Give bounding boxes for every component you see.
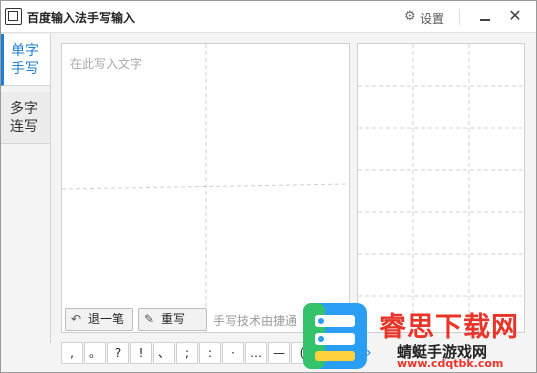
handwriting-window: 百度输入法手写输入 ⚙ 设置 ✕ 单字 手写 多字 连写 在此写入文字 ↶ 退一… <box>0 0 537 373</box>
tech-provider-note: 手写技术由捷通 <box>213 314 298 328</box>
punct-key[interactable]: ; <box>176 342 198 364</box>
minimize-icon <box>480 19 490 21</box>
pad-guide-lines <box>62 44 349 332</box>
title-bar[interactable]: 百度输入法手写输入 ⚙ 设置 ✕ <box>1 1 536 33</box>
undo-stroke-button[interactable]: ↶ 退一笔 <box>65 308 133 331</box>
tab-label-line1: 多字 <box>10 101 38 117</box>
candidate-panel[interactable] <box>357 43 525 333</box>
punct-key[interactable]: ! <box>130 342 152 364</box>
close-icon: ✕ <box>508 6 522 25</box>
rewrite-button[interactable]: ✎ 重写 <box>138 308 207 331</box>
tab-label-line1: 单字 <box>11 43 39 59</box>
punct-key[interactable]: ? <box>107 342 129 364</box>
watermark-url: www.cdqtbk.com <box>397 357 504 370</box>
window-title: 百度输入法手写输入 <box>27 11 136 25</box>
punct-key[interactable]: , <box>61 342 83 364</box>
tab-label-line2: 连写 <box>10 119 38 135</box>
candidate-grid-lines <box>358 44 524 332</box>
tab-divider <box>50 33 51 343</box>
title-separator <box>459 9 460 25</box>
app-logo-icon <box>5 8 22 25</box>
punct-key[interactable]: 、 <box>153 342 175 364</box>
eraser-icon: ✎ <box>144 312 155 326</box>
writing-pad[interactable]: 在此写入文字 <box>61 43 350 333</box>
watermark: 睿思下载网 蜻蜓手游戏网 www.cdqtbk.com <box>299 299 537 373</box>
watermark-logo-icon <box>303 303 367 369</box>
close-button[interactable]: ✕ <box>505 6 525 26</box>
settings-button[interactable]: 设置 <box>420 10 444 27</box>
undo-label: 退一笔 <box>88 312 125 326</box>
punct-key[interactable]: · <box>222 342 244 364</box>
tab-single-char[interactable]: 单字 手写 <box>1 34 50 86</box>
gear-icon[interactable]: ⚙ <box>404 10 417 23</box>
undo-arrow-icon: ↶ <box>71 312 82 326</box>
punct-key[interactable]: : <box>199 342 221 364</box>
rewrite-label: 重写 <box>161 312 186 326</box>
punct-key[interactable]: — <box>268 342 290 364</box>
watermark-title: 睿思下载网 <box>379 312 519 343</box>
tab-label-line2: 手写 <box>11 61 39 77</box>
tab-multi-char[interactable]: 多字 连写 <box>1 92 50 144</box>
pad-placeholder: 在此写入文字 <box>70 57 143 71</box>
minimize-button[interactable] <box>475 7 495 27</box>
punct-key[interactable]: 。 <box>84 342 106 364</box>
punct-key[interactable]: … <box>245 342 267 364</box>
